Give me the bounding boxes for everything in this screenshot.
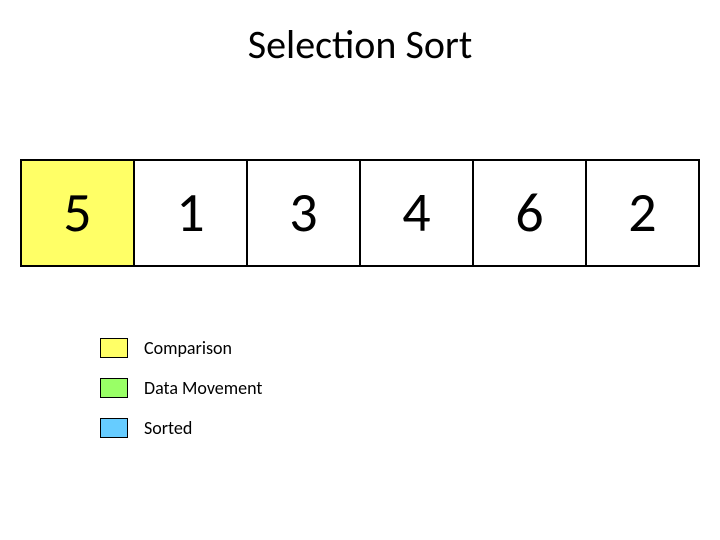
legend-row-sorted: Sorted: [100, 417, 720, 439]
legend-row-comparison: Comparison: [100, 337, 720, 359]
array-cell: 6: [474, 161, 587, 265]
legend: Comparison Data Movement Sorted: [100, 337, 720, 439]
array-cell: 5: [22, 161, 135, 265]
swatch-comparison: [100, 338, 128, 358]
array-cell: 1: [135, 161, 248, 265]
array-cell: 3: [248, 161, 361, 265]
page-title: Selection Sort: [0, 0, 720, 69]
array-container: 5 1 3 4 6 2: [20, 159, 700, 267]
legend-label-sorted: Sorted: [144, 417, 192, 439]
array-cell: 4: [361, 161, 474, 265]
legend-row-movement: Data Movement: [100, 377, 720, 399]
swatch-sorted: [100, 418, 128, 438]
swatch-movement: [100, 378, 128, 398]
array-cell: 2: [587, 161, 698, 265]
legend-label-movement: Data Movement: [144, 377, 262, 399]
legend-label-comparison: Comparison: [144, 337, 232, 359]
